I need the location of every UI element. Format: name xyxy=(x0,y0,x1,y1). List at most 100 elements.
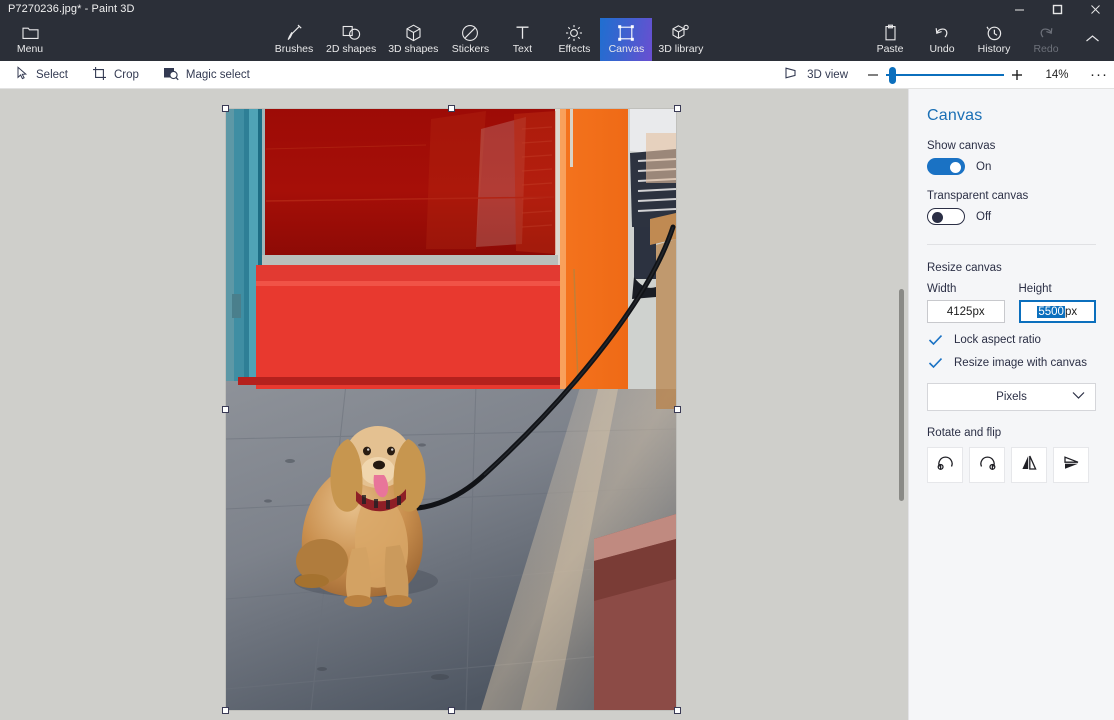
maximize-icon xyxy=(1052,4,1062,14)
collapse-ribbon-button[interactable] xyxy=(1072,18,1112,61)
brush-icon xyxy=(286,23,303,42)
3d-view-button[interactable]: 3D view xyxy=(772,61,860,89)
2d-shapes-icon xyxy=(342,23,361,42)
rotate-and-flip-heading: Rotate and flip xyxy=(927,427,1002,439)
flip-vertical-button[interactable] xyxy=(1053,447,1089,483)
height-unit: px xyxy=(1064,305,1078,318)
tab-3d-shapes[interactable]: 3D shapes xyxy=(382,18,444,61)
action-label: Undo xyxy=(929,43,955,55)
dimension-fields: Width 4125 px Height 5500 px xyxy=(927,283,1096,323)
units-dropdown[interactable]: Pixels xyxy=(927,383,1096,411)
check-icon xyxy=(927,357,943,369)
transparent-canvas-label: Transparent canvas xyxy=(927,190,1029,202)
close-icon xyxy=(1090,4,1100,14)
maximize-button[interactable] xyxy=(1038,0,1076,18)
zoom-controls: 14% ··· xyxy=(860,62,1114,88)
resize-handle-bottom-right[interactable] xyxy=(674,707,681,714)
resize-handle-top-left[interactable] xyxy=(222,105,229,112)
height-field-group: Height 5500 px xyxy=(1018,283,1096,323)
lock-aspect-ratio-row[interactable]: Lock aspect ratio xyxy=(927,334,1096,346)
view-controls-group: 3D view 14% ··· xyxy=(772,61,1114,89)
magic-select-button[interactable]: Magic select xyxy=(151,61,262,89)
resize-image-with-canvas-row[interactable]: Resize image with canvas xyxy=(927,357,1096,369)
stickers-icon xyxy=(461,23,479,42)
tab-3d-library[interactable]: 3D library xyxy=(652,18,709,61)
zoom-in-button[interactable] xyxy=(1004,62,1030,88)
selection-tools-group: Select Crop Magic select xyxy=(0,61,262,89)
folder-icon xyxy=(21,23,39,42)
toggle-knob xyxy=(932,212,943,223)
show-canvas-label: Show canvas xyxy=(927,140,996,152)
minimize-icon xyxy=(1014,9,1024,10)
close-button[interactable] xyxy=(1076,0,1114,18)
resize-handle-middle-left[interactable] xyxy=(222,406,229,413)
tab-brushes[interactable]: Brushes xyxy=(268,18,320,61)
tab-canvas[interactable]: Canvas xyxy=(600,18,653,61)
minimize-button[interactable] xyxy=(1000,0,1038,18)
tab-2d-shapes[interactable]: 2D shapes xyxy=(320,18,382,61)
undo-button[interactable]: Undo xyxy=(916,18,968,61)
tab-effects[interactable]: Effects xyxy=(548,18,600,61)
vertical-scrollbar[interactable] xyxy=(899,289,904,501)
zoom-slider[interactable] xyxy=(886,62,1004,88)
width-input[interactable]: 4125 px xyxy=(927,300,1005,323)
show-canvas-row: On xyxy=(927,158,1096,175)
effects-icon xyxy=(565,23,583,42)
ribbon-left-group: Menu xyxy=(4,18,56,61)
chevron-down-icon xyxy=(1072,391,1085,403)
tab-label: Stickers xyxy=(451,43,490,55)
redo-button[interactable]: Redo xyxy=(1020,18,1072,61)
height-value: 5500 xyxy=(1037,305,1065,318)
show-canvas-toggle[interactable] xyxy=(927,158,965,175)
minus-icon xyxy=(868,73,878,76)
more-options-button[interactable]: ··· xyxy=(1084,62,1114,88)
select-tool-button[interactable]: Select xyxy=(4,61,80,89)
magic-select-icon xyxy=(163,66,179,84)
redo-icon xyxy=(1037,23,1055,42)
crop-tool-label: Crop xyxy=(113,68,139,81)
zoom-slider-thumb[interactable] xyxy=(889,66,896,84)
crop-icon xyxy=(92,66,107,84)
resize-handle-top-center[interactable] xyxy=(448,105,455,112)
window-title: P7270236.jpg* - Paint 3D xyxy=(8,3,135,15)
flip-horizontal-button[interactable] xyxy=(1011,447,1047,483)
tab-label: Canvas xyxy=(608,43,645,55)
transparent-canvas-state: Off xyxy=(976,210,992,223)
3d-library-icon xyxy=(671,23,690,42)
resize-handle-middle-right[interactable] xyxy=(674,406,681,413)
canvas-work-area[interactable] xyxy=(0,89,908,720)
tab-text[interactable]: Text xyxy=(496,18,548,61)
paste-button[interactable]: Paste xyxy=(864,18,916,61)
resize-handle-bottom-left[interactable] xyxy=(222,707,229,714)
rotate-left-button[interactable] xyxy=(927,447,963,483)
magic-select-label: Magic select xyxy=(185,68,250,81)
menu-label: Menu xyxy=(16,43,44,55)
transparent-canvas-toggle[interactable] xyxy=(927,208,965,225)
rotate-flip-buttons xyxy=(927,447,1096,483)
zoom-out-button[interactable] xyxy=(860,62,886,88)
panel-divider xyxy=(927,244,1096,245)
height-input[interactable]: 5500 px xyxy=(1018,300,1096,323)
tab-label: Effects xyxy=(558,43,591,55)
tab-label: 3D shapes xyxy=(388,43,439,55)
resize-handle-bottom-center[interactable] xyxy=(448,707,455,714)
3d-shapes-icon xyxy=(405,23,422,42)
image-canvas[interactable] xyxy=(226,109,676,710)
canvas-settings-panel: Canvas Show canvas On Transparent canvas… xyxy=(908,89,1114,720)
lock-aspect-ratio-label: Lock aspect ratio xyxy=(954,334,1041,346)
crop-tool-button[interactable]: Crop xyxy=(80,61,151,89)
transparent-canvas-row: Off xyxy=(927,208,1096,225)
rotate-right-button[interactable] xyxy=(969,447,1005,483)
plus-icon xyxy=(1012,69,1022,80)
check-icon xyxy=(927,334,943,346)
history-button[interactable]: History xyxy=(968,18,1020,61)
cursor-icon xyxy=(16,66,29,83)
menu-button[interactable]: Menu xyxy=(4,18,56,61)
action-label: History xyxy=(977,43,1011,55)
resize-image-with-canvas-label: Resize image with canvas xyxy=(954,357,1087,369)
resize-handle-top-right[interactable] xyxy=(674,105,681,112)
show-canvas-state: On xyxy=(976,160,992,173)
tab-stickers[interactable]: Stickers xyxy=(444,18,496,61)
toggle-knob xyxy=(950,162,961,173)
flip-horizontal-icon xyxy=(1019,453,1039,477)
